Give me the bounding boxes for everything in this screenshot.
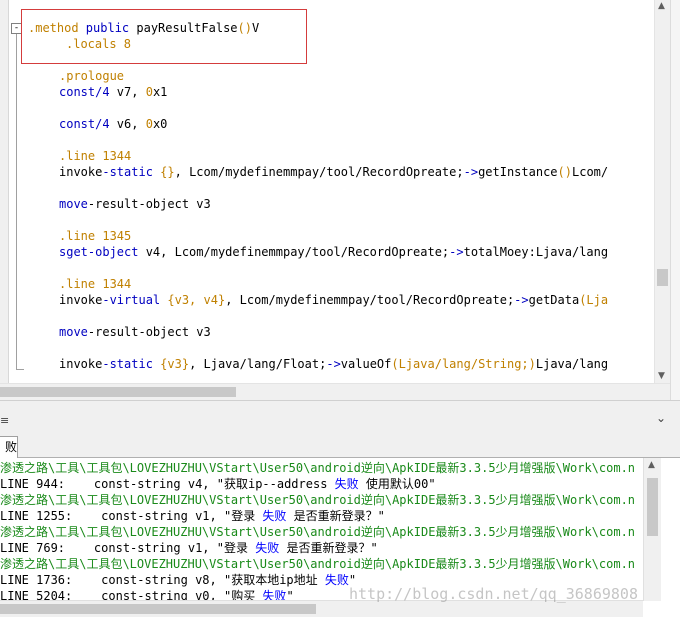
code-line-invoke-getinstance: invoke-static {}, Lcom/mydefinemmpay/too…: [59, 165, 609, 179]
code-line-invoke-getdata: invoke-virtual {v3, v4}, Lcom/mydefinemm…: [59, 293, 609, 307]
result-file-path[interactable]: 渗透之路\工具\工具包\LOVEZHUZHU\VStart\User50\and…: [0, 524, 635, 540]
search-results-output[interactable]: 渗透之路\工具\工具包\LOVEZHUZHU\VStart\User50\and…: [0, 458, 660, 601]
result-line[interactable]: LINE 944: const-string v4, "获取ip--addres…: [0, 476, 436, 492]
code-line-move-result-2: move-result-object v3: [59, 325, 211, 339]
scroll-up-icon[interactable]: ▲: [658, 1, 665, 11]
editor-vscroll-thumb[interactable]: [657, 269, 668, 286]
watermark: http://blog.csdn.net/qq_36869808: [349, 585, 638, 603]
output-vscroll-thumb[interactable]: [647, 478, 658, 536]
code-line-line-1344-b: .line 1344: [59, 277, 132, 291]
panel-menu-icon[interactable]: ≡: [0, 414, 9, 427]
code-editor[interactable]: - .method public payResultFalse()V .loca…: [0, 0, 680, 400]
result-line[interactable]: LINE 1736: const-string v8, "获取本地ip地址 失败…: [0, 572, 356, 588]
output-vertical-scrollbar[interactable]: ▲: [643, 458, 661, 601]
output-hscroll-thumb[interactable]: [0, 604, 316, 614]
code-line-sget-object: sget-object v4, Lcom/mydefinemmpay/tool/…: [59, 245, 609, 259]
highlight-box: [21, 9, 307, 64]
editor-horizontal-scrollbar[interactable]: [0, 383, 670, 400]
scroll-down-icon[interactable]: ▼: [658, 371, 665, 381]
output-panel-header: [0, 410, 680, 433]
code-line-const-v6: const/4 v6, 0x0: [59, 117, 168, 131]
result-line[interactable]: LINE 1255: const-string v1, "登录 失败 是否重新登…: [0, 508, 385, 524]
editor-hscroll-thumb[interactable]: [0, 387, 236, 397]
code-line-invoke-valueof: invoke-static {v3}, Ljava/lang/Float;->v…: [59, 357, 609, 371]
output-tab-bar: [0, 432, 680, 458]
result-file-path[interactable]: 渗透之路\工具\工具包\LOVEZHUZHU\VStart\User50\and…: [0, 460, 635, 476]
code-line-const-v7: const/4 v7, 0x1: [59, 85, 168, 99]
result-file-path[interactable]: 渗透之路\工具\工具包\LOVEZHUZHU\VStart\User50\and…: [0, 556, 635, 572]
code-line-move-result-1: move-result-object v3: [59, 197, 211, 211]
code-line-line-1345: .line 1345: [59, 229, 132, 243]
editor-vertical-scrollbar[interactable]: ▲ ▼: [654, 0, 670, 384]
panel-collapse-chevron-icon[interactable]: ⌄: [656, 411, 666, 425]
code-line-prologue: .prologue: [59, 69, 125, 83]
result-line[interactable]: LINE 769: const-string v1, "登录 失败 是否重新登录…: [0, 540, 378, 556]
tab-failed[interactable]: 败: [0, 436, 18, 458]
right-edge-strip: [670, 0, 680, 400]
code-line-line-1344: .line 1344: [59, 149, 132, 163]
output-scroll-up-icon[interactable]: ▲: [648, 460, 655, 470]
result-file-path[interactable]: 渗透之路\工具\工具包\LOVEZHUZHU\VStart\User50\and…: [0, 492, 635, 508]
